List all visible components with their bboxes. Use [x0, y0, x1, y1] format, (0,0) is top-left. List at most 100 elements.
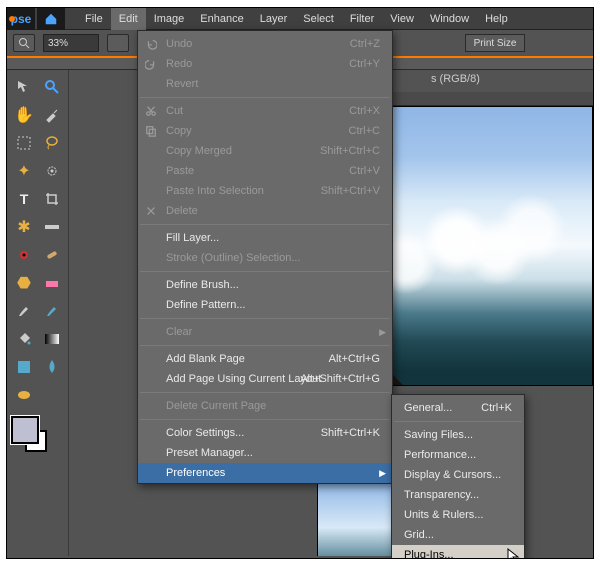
brush-icon [16, 303, 32, 319]
tool-smartbrush[interactable] [39, 298, 65, 324]
menu-item-redo: RedoCtrl+Y [138, 54, 392, 74]
menu-item-shortcut: Alt+Ctrl+G [329, 353, 380, 365]
tool-gradient[interactable] [39, 326, 65, 352]
app-window: pse File Edit Image Enhance Layer Select… [6, 7, 594, 559]
tool-cookie[interactable]: ✱ [11, 214, 37, 240]
menu-layer[interactable]: Layer [252, 8, 296, 30]
menu-item-label: Add Blank Page [166, 353, 245, 365]
hand-icon: ✋ [14, 105, 34, 125]
tool-eyedropper[interactable] [39, 102, 65, 128]
tool-hand[interactable]: ✋ [11, 102, 37, 128]
tool-zoom[interactable] [39, 74, 65, 100]
foreground-color-swatch[interactable] [11, 416, 39, 444]
menu-window[interactable]: Window [422, 8, 477, 30]
menu-item-label: Delete [166, 205, 198, 217]
menu-item-undo: UndoCtrl+Z [138, 34, 392, 54]
menu-item-label: Plug-Ins... [404, 549, 454, 559]
tool-bucket[interactable] [11, 326, 37, 352]
menu-item-label: Units & Rulers... [404, 509, 483, 521]
tool-blur[interactable] [39, 354, 65, 380]
menu-item-preferences[interactable]: Preferences▶ [138, 463, 392, 483]
pref-item-plug-ins[interactable]: Plug-Ins... [392, 545, 524, 559]
tool-crop[interactable] [39, 186, 65, 212]
tool-lasso[interactable] [39, 130, 65, 156]
menu-item-stroke-outline-selection: Stroke (Outline) Selection... [138, 248, 392, 268]
menu-item-define-brush[interactable]: Define Brush... [138, 275, 392, 295]
menu-item-label: Delete Current Page [166, 400, 266, 412]
tool-sponge[interactable] [11, 382, 37, 408]
blur-icon [45, 359, 59, 375]
menu-item-paste: PasteCtrl+V [138, 161, 392, 181]
pref-item-transparency[interactable]: Transparency... [392, 485, 524, 505]
menu-view[interactable]: View [382, 8, 422, 30]
submenu-arrow-icon: ▶ [379, 468, 386, 479]
menu-item-fill-layer[interactable]: Fill Layer... [138, 228, 392, 248]
tool-quickselect[interactable] [39, 158, 65, 184]
preferences-submenu: General...Ctrl+K Saving Files... Performan… [391, 394, 525, 559]
pref-item-saving-files[interactable]: Saving Files... [392, 425, 524, 445]
color-swatches[interactable] [11, 410, 65, 460]
home-button[interactable] [37, 8, 65, 30]
tool-shape[interactable] [11, 354, 37, 380]
menu-image[interactable]: Image [146, 8, 193, 30]
menu-item-revert: Revert [138, 74, 392, 94]
pref-item-grid[interactable]: Grid... [392, 525, 524, 545]
print-size-button[interactable]: Print Size [465, 34, 525, 52]
pref-item-display-cursors[interactable]: Display & Cursors... [392, 465, 524, 485]
submenu-arrow-icon: ▶ [379, 327, 386, 338]
options-tool-preset[interactable] [13, 34, 35, 52]
menu-item-label: Saving Files... [404, 429, 473, 441]
pref-item-performance[interactable]: Performance... [392, 445, 524, 465]
menu-edit[interactable]: Edit [111, 8, 146, 30]
menu-item-shortcut: Ctrl+Y [349, 58, 380, 70]
smartbrush-icon [44, 303, 60, 319]
tool-move[interactable] [11, 74, 37, 100]
tool-empty [39, 382, 65, 408]
zoom-field[interactable]: 33% [43, 34, 99, 52]
menu-enhance[interactable]: Enhance [192, 8, 251, 30]
menu-item-shortcut: Ctrl+K [481, 402, 512, 414]
edit-dropdown: UndoCtrl+ZRedoCtrl+YRevertCutCtrl+XCopyC… [137, 30, 393, 484]
options-chip-1[interactable] [107, 34, 129, 52]
cookie-icon: ✱ [17, 217, 30, 237]
eyedropper-icon [44, 107, 60, 123]
tool-redeye[interactable] [11, 242, 37, 268]
type-icon: T [20, 191, 29, 207]
menu-select[interactable]: Select [295, 8, 342, 30]
menu-item-label: Transparency... [404, 489, 479, 501]
menu-item-define-pattern[interactable]: Define Pattern... [138, 295, 392, 315]
menu-item-paste-into-selection: Paste Into SelectionShift+Ctrl+V [138, 181, 392, 201]
tool-wand[interactable]: ✦ [11, 158, 37, 184]
menu-help[interactable]: Help [477, 8, 516, 30]
tool-palette: ✋ ✦ T ✱ ⬣ [7, 70, 69, 556]
menu-item-delete: Delete [138, 201, 392, 221]
pref-item-general[interactable]: General...Ctrl+K [392, 398, 524, 418]
menu-file[interactable]: File [77, 8, 111, 30]
marquee-icon [17, 136, 31, 150]
menu-item-shortcut: Alt+Shift+Ctrl+G [300, 373, 380, 385]
tool-type[interactable]: T [11, 186, 37, 212]
pref-item-units-rulers[interactable]: Units & Rulers... [392, 505, 524, 525]
tool-clone[interactable]: ⬣ [11, 270, 37, 296]
menu-item-clear: Clear ▶ [138, 322, 392, 342]
menu-item-label: Cut [166, 105, 183, 117]
tool-straighten[interactable] [39, 214, 65, 240]
menu-bar: File Edit Image Enhance Layer Select Fil… [77, 8, 516, 30]
menu-item-label: Paste [166, 165, 194, 177]
menu-item-preset-manager[interactable]: Preset Manager... [138, 443, 392, 463]
menu-item-color-settings[interactable]: Color Settings...Shift+Ctrl+K [138, 423, 392, 443]
menu-item-label: Display & Cursors... [404, 469, 501, 481]
tool-brush[interactable] [11, 298, 37, 324]
menu-item-label: Clear [166, 326, 192, 338]
menu-item-shortcut: Ctrl+Z [350, 38, 380, 50]
menu-filter[interactable]: Filter [342, 8, 382, 30]
tool-eraser[interactable] [39, 270, 65, 296]
redeye-icon [16, 247, 32, 263]
menu-item-add-page-using-current-layout[interactable]: Add Page Using Current LayoutAlt+Shift+C… [138, 369, 392, 389]
menu-item-label: Color Settings... [166, 427, 244, 439]
menu-item-add-blank-page[interactable]: Add Blank Page Alt+Ctrl+G [138, 349, 392, 369]
menu-item-label: Grid... [404, 529, 434, 541]
tool-healing[interactable] [39, 242, 65, 268]
crop-icon [44, 191, 60, 207]
tool-marquee[interactable] [11, 130, 37, 156]
